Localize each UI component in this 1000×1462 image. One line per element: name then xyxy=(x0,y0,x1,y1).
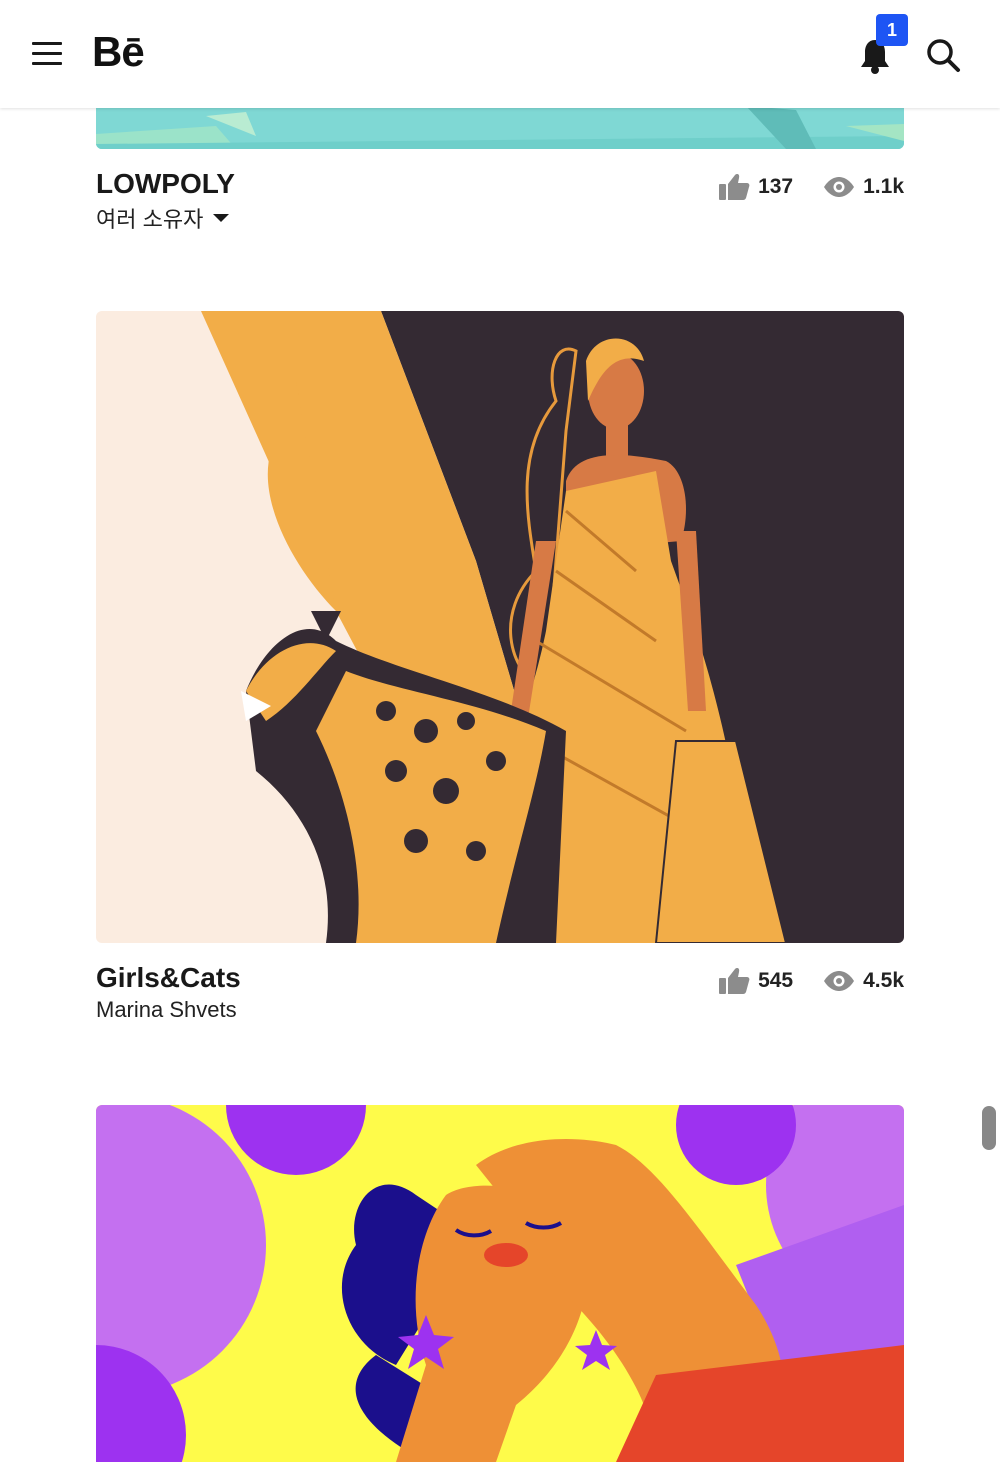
owner-name[interactable]: 여러 소유자 xyxy=(96,202,203,234)
views: 4.5k xyxy=(823,969,904,993)
eye-icon xyxy=(824,971,855,991)
project-owner[interactable]: Marina Shvets xyxy=(96,997,237,1023)
project-title[interactable]: LOWPOLY xyxy=(96,168,235,200)
behance-logo[interactable]: Bē xyxy=(92,28,145,76)
eye-icon xyxy=(824,177,855,197)
scrollbar-thumb[interactable] xyxy=(982,1106,996,1150)
owner-name[interactable]: Marina Shvets xyxy=(96,997,237,1023)
project-stats: 545 4.5k xyxy=(718,966,904,996)
appreciations: 545 xyxy=(718,966,793,996)
appreciation-count: 545 xyxy=(758,969,794,992)
project-title[interactable]: Girls&Cats xyxy=(96,962,241,994)
view-count: 1.1k xyxy=(863,175,904,198)
project-owner[interactable]: 여러 소유자 xyxy=(96,202,230,234)
thumbs-up-icon xyxy=(719,174,750,200)
thumbs-up-icon xyxy=(719,968,750,994)
search-icon[interactable] xyxy=(922,34,964,74)
appreciations: 137 xyxy=(718,172,793,202)
views: 1.1k xyxy=(823,175,904,199)
caret-down-icon[interactable] xyxy=(213,214,230,222)
top-nav-bar: Bē 1 xyxy=(0,0,1000,108)
view-count: 4.5k xyxy=(863,969,904,992)
appreciation-count: 137 xyxy=(758,175,794,198)
menu-icon[interactable] xyxy=(28,36,66,70)
project-cover-third[interactable] xyxy=(96,1105,904,1462)
project-cover-girls-cats[interactable] xyxy=(96,311,904,943)
project-stats: 137 1.1k xyxy=(718,172,904,202)
notification-badge[interactable]: 1 xyxy=(876,14,908,46)
